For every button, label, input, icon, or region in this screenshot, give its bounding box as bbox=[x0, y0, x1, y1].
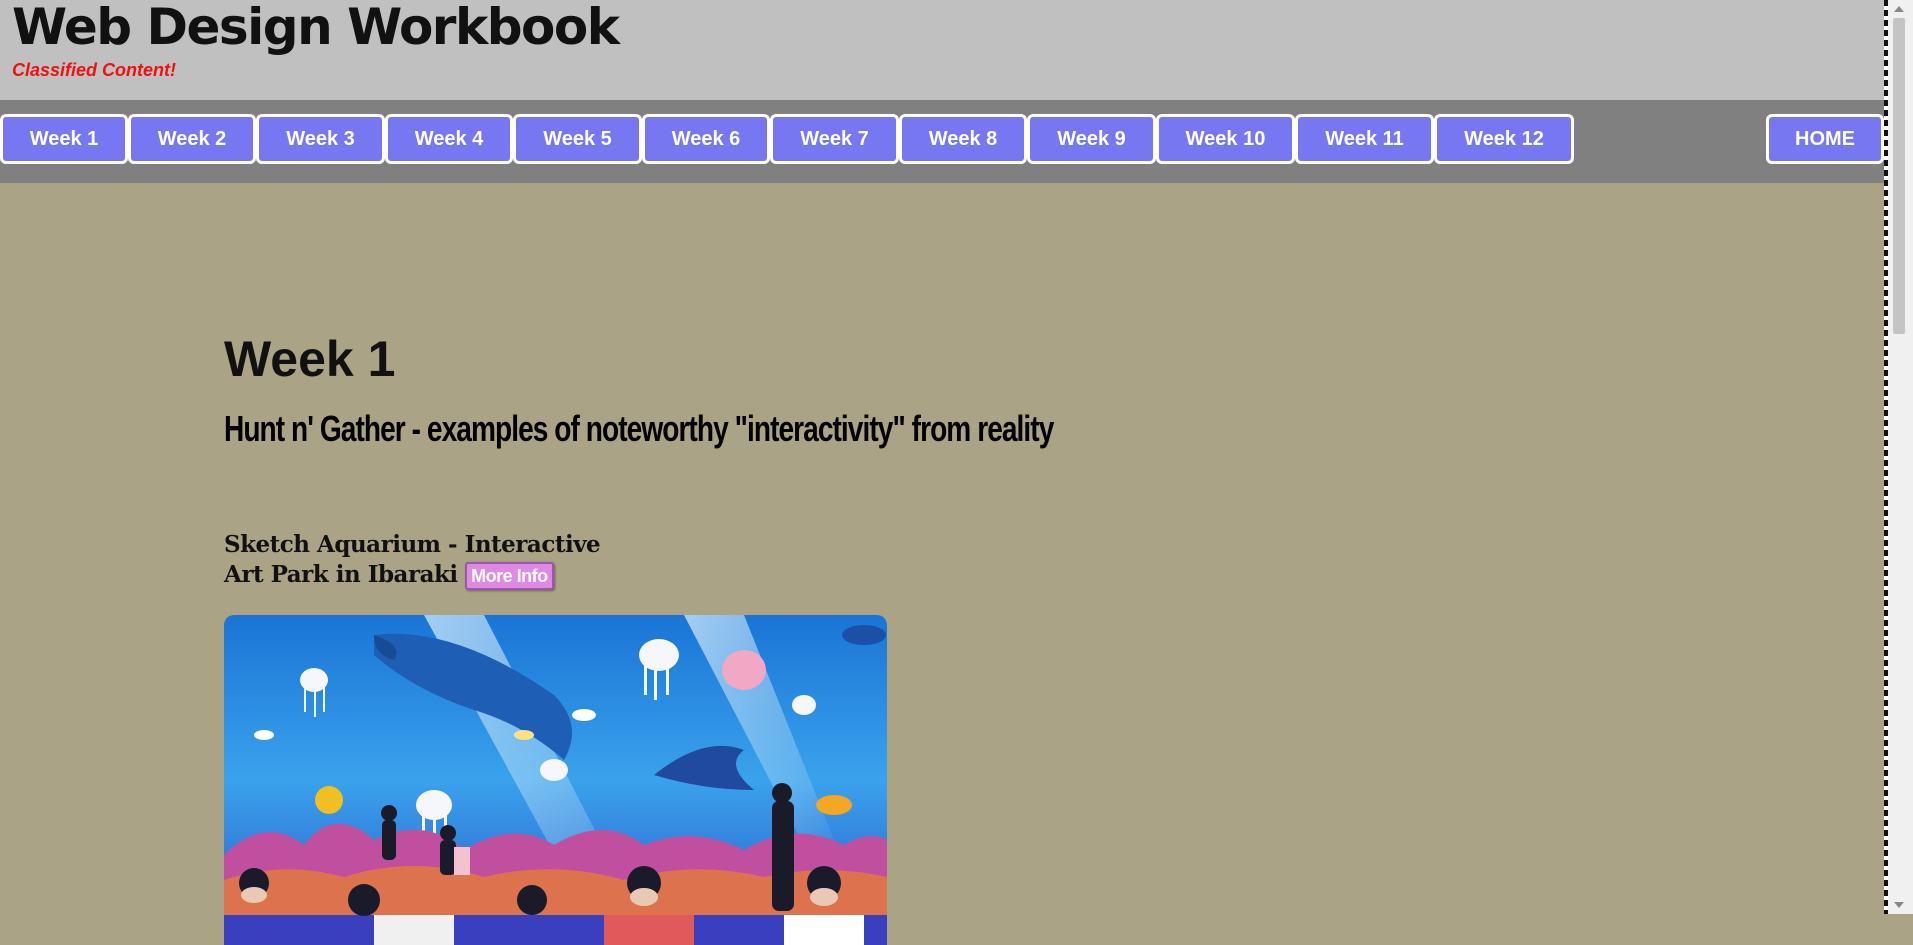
nav-week-8[interactable]: Week 8 bbox=[899, 114, 1027, 164]
scroll-thumb[interactable] bbox=[1893, 18, 1905, 334]
aquarium-image bbox=[224, 615, 887, 945]
week-navbar: Week 1 Week 2 Week 3 Week 4 Week 5 Week … bbox=[0, 100, 1884, 183]
item-title: Sketch Aquarium - Interactive Art Park i… bbox=[224, 530, 624, 590]
nav-week-5[interactable]: Week 5 bbox=[513, 114, 642, 164]
section-subheading: Hunt n' Gather - examples of noteworthy … bbox=[224, 408, 1054, 449]
nav-week-3[interactable]: Week 3 bbox=[256, 114, 385, 164]
nav-week-10[interactable]: Week 10 bbox=[1156, 114, 1295, 164]
page-scrollbar[interactable] bbox=[1884, 0, 1913, 914]
main-content: Week 1 Hunt n' Gather - examples of note… bbox=[224, 330, 1424, 945]
site-tagline: Classified Content! bbox=[12, 60, 177, 80]
scroll-down-arrow-icon[interactable] bbox=[1894, 902, 1904, 908]
site-header: Web Design Workbook Classified Content! bbox=[0, 0, 1884, 100]
nav-week-7[interactable]: Week 7 bbox=[770, 114, 899, 164]
more-info-button[interactable]: More Info bbox=[465, 562, 554, 590]
nav-week-12[interactable]: Week 12 bbox=[1434, 114, 1574, 164]
nav-week-9[interactable]: Week 9 bbox=[1027, 114, 1156, 164]
nav-week-1[interactable]: Week 1 bbox=[0, 114, 128, 164]
scroll-up-arrow-icon[interactable] bbox=[1894, 6, 1904, 12]
site-title: Web Design Workbook bbox=[12, 0, 620, 56]
nav-home[interactable]: HOME bbox=[1766, 114, 1884, 164]
sketch-aquarium-photo bbox=[224, 615, 887, 945]
nav-week-4[interactable]: Week 4 bbox=[385, 114, 513, 164]
scrollbar-edge bbox=[1884, 0, 1888, 914]
week-heading: Week 1 bbox=[224, 331, 396, 387]
nav-week-2[interactable]: Week 2 bbox=[128, 114, 256, 164]
nav-week-11[interactable]: Week 11 bbox=[1295, 114, 1434, 164]
nav-week-6[interactable]: Week 6 bbox=[642, 114, 770, 164]
